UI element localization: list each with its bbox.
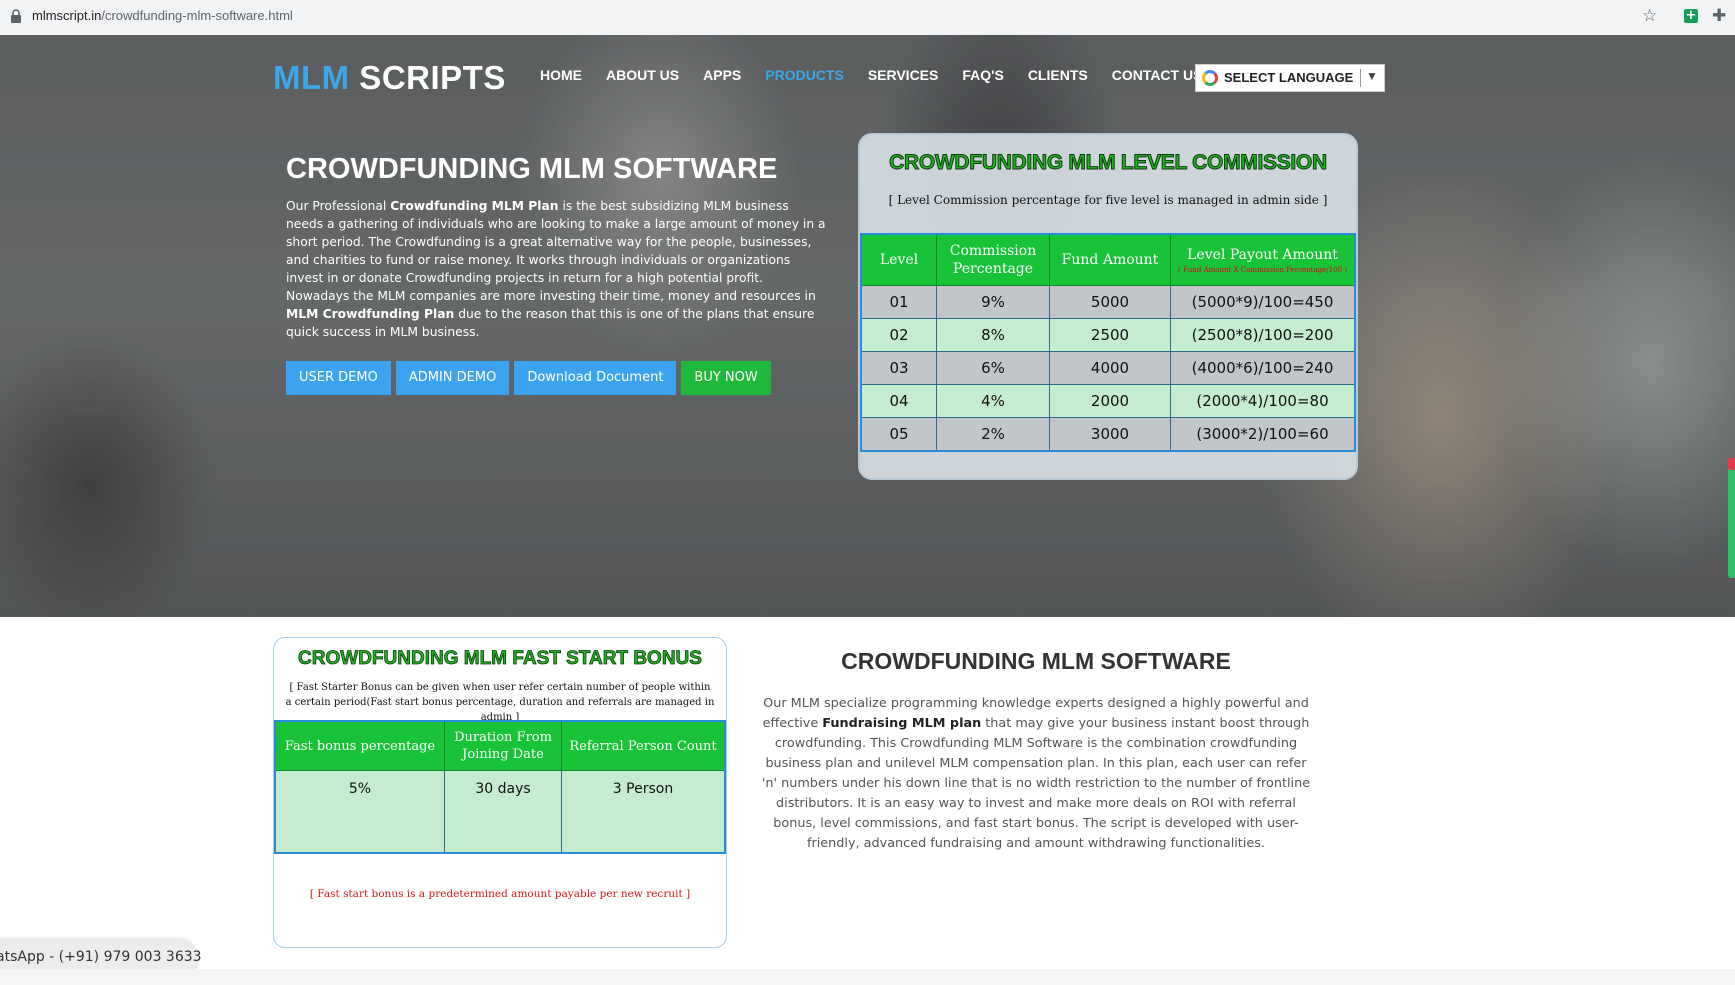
- table-row: 5% 30 days 3 Person: [274, 770, 726, 854]
- buy-now-button[interactable]: BUY NOW: [681, 361, 771, 395]
- cell-percentage: 6%: [936, 351, 1050, 385]
- cell-bonus: 5%: [274, 770, 445, 854]
- level-commission-card: CROWDFUNDING MLM LEVEL COMMISSION [ Leve…: [858, 133, 1358, 480]
- cell-fund: 2500: [1049, 318, 1171, 352]
- table-row: 01 9% 5000 (5000*9)/100=450: [860, 285, 1356, 319]
- browser-address-bar: mlmscript.in/crowdfunding-mlm-software.h…: [0, 0, 1735, 36]
- hero-section: MLM SCRIPTS HOME ABOUT US APPS PRODUCTS …: [0, 35, 1735, 617]
- nav-home[interactable]: HOME: [540, 67, 582, 83]
- cell-payout: (3000*2)/100=60: [1170, 417, 1356, 452]
- language-select-label: SELECT LANGUAGE: [1224, 70, 1354, 85]
- level-commission-subtitle: [ Level Commission percentage for five l…: [888, 193, 1328, 207]
- fast-start-bonus-card: CROWDFUNDING MLM FAST START BONUS [ Fast…: [273, 637, 727, 948]
- footer-strip: [0, 969, 1735, 985]
- header-fast-bonus: Fast bonus percentage: [274, 720, 445, 771]
- cell-fund: 4000: [1049, 351, 1171, 385]
- header-level-payout: Level Payout Amount( Fund Amount X Commi…: [1170, 233, 1356, 286]
- cell-payout: (4000*6)/100=240: [1170, 351, 1356, 385]
- cell-percentage: 9%: [936, 285, 1050, 319]
- fast-start-subtitle: [ Fast Starter Bonus can be given when u…: [285, 682, 715, 723]
- cell-level: 01: [860, 285, 937, 319]
- cell-referral: 3 Person: [561, 770, 726, 854]
- cell-fund: 5000: [1049, 285, 1171, 319]
- hero-buttons: USER DEMO ADMIN DEMO Download Document B…: [286, 361, 771, 395]
- nav-apps[interactable]: APPS: [703, 67, 741, 83]
- cell-level: 02: [860, 318, 937, 352]
- cell-payout: (2000*4)/100=80: [1170, 384, 1356, 418]
- nav-clients[interactable]: CLIENTS: [1028, 67, 1088, 83]
- cell-payout: (2500*8)/100=200: [1170, 318, 1356, 352]
- cell-duration: 30 days: [444, 770, 562, 854]
- table-row: 02 8% 2500 (2500*8)/100=200: [860, 318, 1356, 352]
- side-widget-tab[interactable]: [1728, 458, 1735, 578]
- url-text[interactable]: mlmscript.in/crowdfunding-mlm-software.h…: [32, 8, 293, 23]
- level-commission-title: CROWDFUNDING MLM LEVEL COMMISSION: [889, 151, 1328, 175]
- cell-fund: 3000: [1049, 417, 1171, 452]
- fast-start-table: Fast bonus percentage Duration From Joini…: [274, 720, 726, 854]
- cell-level: 03: [860, 351, 937, 385]
- about-title: CROWDFUNDING MLM SOFTWARE: [841, 648, 1231, 674]
- table-row: 05 2% 3000 (3000*2)/100=60: [860, 417, 1356, 452]
- main-nav: HOME ABOUT US APPS PRODUCTS SERVICES FAQ…: [540, 67, 1226, 83]
- whatsapp-label: atsApp - (+91) 979 003 3633: [0, 949, 202, 965]
- logo-scripts: SCRIPTS: [349, 59, 506, 96]
- hero-description: Our Professional Crowdfunding MLM Plan i…: [286, 199, 826, 339]
- google-icon: [1202, 70, 1218, 86]
- payout-formula: ( Fund Amount X Commission Percentage/10…: [1178, 265, 1347, 274]
- header-fund-amount: Fund Amount: [1049, 233, 1171, 286]
- cell-percentage: 4%: [936, 384, 1050, 418]
- table-row: 03 6% 4000 (4000*6)/100=240: [860, 351, 1356, 385]
- header-level: Level: [860, 233, 937, 286]
- language-select[interactable]: SELECT LANGUAGE ▼: [1195, 64, 1385, 92]
- extension-plus-icon[interactable]: +: [1684, 9, 1698, 23]
- hero-title: CROWDFUNDING MLM SOFTWARE: [286, 153, 778, 185]
- cell-percentage: 8%: [936, 318, 1050, 352]
- cell-percentage: 2%: [936, 417, 1050, 452]
- cell-level: 05: [860, 417, 937, 452]
- nav-products[interactable]: PRODUCTS: [765, 67, 844, 83]
- level-commission-table: Level Commission Percentage Fund Amount L…: [860, 233, 1356, 452]
- notification-dot: [1728, 458, 1735, 470]
- extensions-puzzle-icon[interactable]: ✚: [1712, 6, 1726, 26]
- fast-start-note: [ Fast start bonus is a predetermined am…: [309, 888, 691, 900]
- user-demo-button[interactable]: USER DEMO: [286, 361, 391, 395]
- bookmark-star-icon[interactable]: ☆: [1642, 6, 1657, 26]
- lock-icon: [11, 9, 21, 23]
- table-row: 04 4% 2000 (2000*4)/100=80: [860, 384, 1356, 418]
- url-domain: mlmscript.in: [32, 8, 102, 23]
- nav-services[interactable]: SERVICES: [868, 67, 939, 83]
- header-referral-count: Referral Person Count: [561, 720, 726, 771]
- header-commission: Commission Percentage: [936, 233, 1050, 286]
- nav-contact-us[interactable]: CONTACT US: [1112, 67, 1203, 83]
- nav-faqs[interactable]: FAQ'S: [962, 67, 1003, 83]
- header-duration: Duration From Joining Date: [444, 720, 562, 771]
- site-logo[interactable]: MLM SCRIPTS: [273, 59, 506, 97]
- language-select-divider: [1360, 69, 1361, 87]
- cell-fund: 2000: [1049, 384, 1171, 418]
- fast-start-title: CROWDFUNDING MLM FAST START BONUS: [298, 648, 703, 670]
- chevron-down-icon: ▼: [1366, 69, 1378, 83]
- admin-demo-button[interactable]: ADMIN DEMO: [395, 361, 510, 395]
- nav-about-us[interactable]: ABOUT US: [606, 67, 679, 83]
- cell-payout: (5000*9)/100=450: [1170, 285, 1356, 319]
- logo-mlm: MLM: [273, 59, 350, 96]
- url-path: /crowdfunding-mlm-software.html: [101, 8, 293, 23]
- download-document-button[interactable]: Download Document: [514, 361, 677, 395]
- cell-level: 04: [860, 384, 937, 418]
- about-description: Our MLM specialize programming knowledge…: [761, 696, 1311, 851]
